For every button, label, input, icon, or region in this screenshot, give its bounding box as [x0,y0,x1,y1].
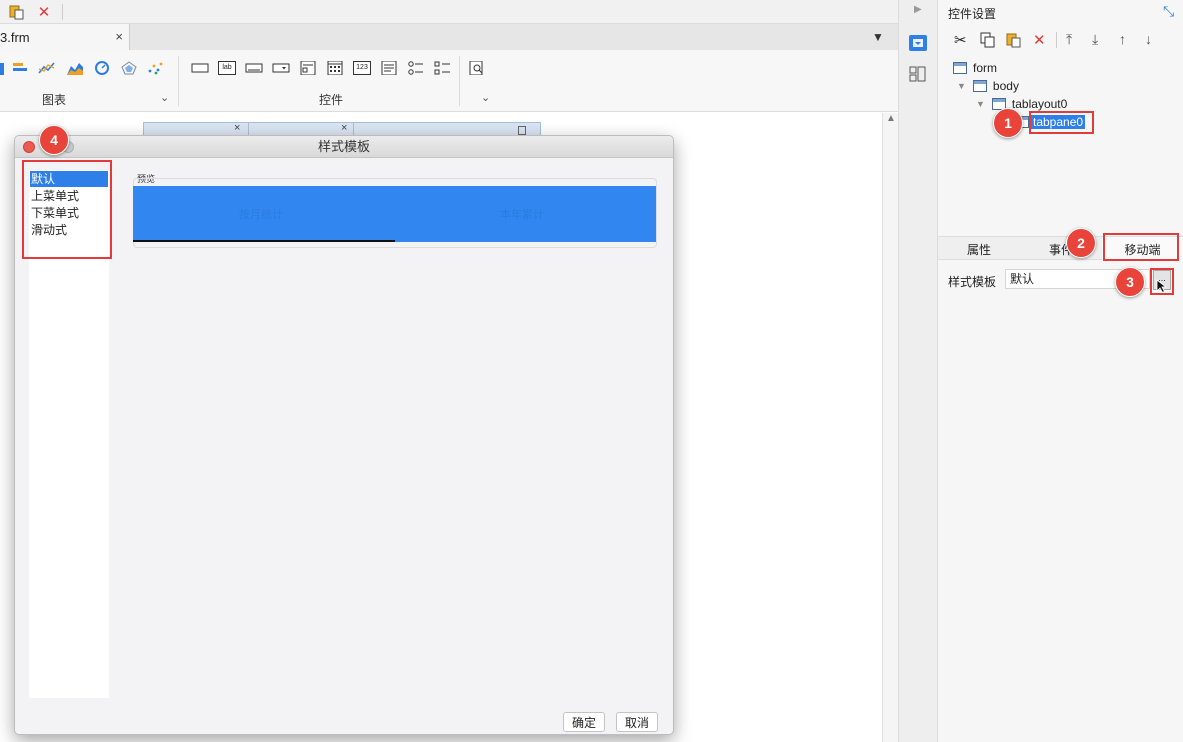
label-widget-icon-text: lab [222,64,232,71]
pin-icon[interactable]: ▼ [872,30,884,44]
preview-tab-label: 按月统计 [239,209,283,221]
cut-icon[interactable]: ✂ [954,31,967,49]
scroll-up-icon[interactable]: ▲ [886,113,896,124]
radio-group-widget-icon[interactable] [407,61,425,75]
preview-tab-bar: 按月统计 本年累计 [133,186,656,242]
body-node-icon [972,80,987,92]
bar-chart-icon[interactable] [12,61,30,75]
highlight-box-style-list [22,160,112,259]
cancel-button[interactable]: 取消 [616,712,658,732]
close-tab-icon[interactable]: × [115,29,123,44]
ribbon: lab 123 图表 ⌄ 控件 ⌄ [0,50,898,112]
ribbon-divider [178,56,179,106]
tree-node-body[interactable]: ▼ body [957,79,1019,93]
layout-icon[interactable] [909,66,927,82]
search-widget-icon[interactable] [468,61,486,75]
text-area-widget-icon[interactable] [380,61,398,75]
tab-attributes[interactable]: 属性 [938,237,1020,261]
scatter-chart-icon[interactable] [147,61,165,75]
highlight-box-tabpane [1029,111,1094,134]
radar-chart-icon[interactable] [120,61,138,75]
text-field-widget-icon[interactable] [245,61,263,75]
tree-node-label: body [992,79,1019,93]
paste-icon[interactable] [8,3,26,21]
collapse-icon[interactable]: ⤡ [1163,3,1174,20]
style-template-label: 样式模板 [948,275,997,289]
paste-icon[interactable] [1006,32,1022,48]
style-template-dialog: 样式模板 默认 上菜单式 下菜单式 滑动式 预览 按月统计 本年累计 确定 取消 [14,135,674,735]
badge-number: 1 [1004,115,1012,131]
tree-node-label: form [973,61,997,75]
close-icon[interactable]: ✕ [35,3,53,21]
side-rail: ▶ [898,0,938,742]
copy-icon[interactable] [980,32,996,48]
toolbar-divider [1056,32,1057,48]
line-chart-icon[interactable] [38,61,56,75]
annotation-badge: 4 [39,125,69,155]
move-bottom-icon[interactable]: ⤓ [1092,31,1098,48]
number-widget-icon[interactable]: 123 [353,61,371,75]
button-widget-icon[interactable] [191,61,209,75]
highlight-box-mobile-tab [1103,233,1179,261]
annotation-badge: 1 [993,108,1023,138]
style-template-value: 默认 [1010,272,1035,286]
tab-add-icon[interactable] [518,126,526,135]
file-tab-label: 3.frm [0,29,30,45]
expand-icon[interactable]: ▼ [957,81,966,91]
toolbar-divider [62,4,63,20]
window-close-icon[interactable] [23,141,35,153]
preview-active-underline [133,240,395,242]
dialog-titlebar[interactable]: 样式模板 [15,136,673,158]
annotation-badge: 3 [1115,267,1145,297]
tab-label: 属性 [966,242,991,257]
tab-close-icon[interactable]: × [341,122,347,134]
tree-node-label: tablayout0 [1011,97,1068,111]
highlight-box-ellipsis [1150,268,1174,295]
move-up-icon[interactable]: ↑ [1119,31,1126,47]
badge-number: 2 [1077,235,1085,251]
cancel-button-label: 取消 [624,715,649,730]
file-tab[interactable]: 3.frm × [0,24,130,50]
tree-node-form[interactable]: form [953,61,997,75]
expand-icon[interactable]: ▼ [976,99,985,109]
chart-group-label: 图表 [42,93,67,107]
delete-icon[interactable]: ✕ [1033,31,1046,49]
combo-box-widget-icon[interactable] [272,61,290,75]
widget-group-label: 控件 [319,93,344,107]
number-widget-icon-text: 123 [356,64,368,71]
area-chart-icon[interactable] [66,61,84,75]
move-top-icon[interactable]: ⤒ [1066,31,1072,48]
tree-node-tablayout[interactable]: ▼ tablayout0 [976,97,1067,111]
form-node-icon [953,62,967,74]
dialog-title: 样式模板 [317,139,370,154]
move-down-icon[interactable]: ↓ [1145,31,1152,47]
canvas-scrollbar[interactable]: ▲ [882,113,898,742]
chevron-down-icon[interactable]: ⌄ [160,91,169,104]
label-widget-icon[interactable]: lab [218,61,236,75]
chevron-down-icon[interactable]: ⌄ [481,91,490,104]
date-widget-icon[interactable] [326,61,344,75]
panel-title: 控件设置 [948,7,997,21]
top-toolbar: ✕ [0,0,898,24]
ok-button[interactable]: 确定 [563,712,605,732]
ribbon-divider [459,56,460,106]
expand-arrow-icon[interactable]: ▶ [914,4,922,15]
form-widget-icon[interactable] [299,61,317,75]
annotation-badge: 2 [1066,228,1096,258]
checkbox-group-widget-icon[interactable] [434,61,452,75]
file-tab-strip [0,24,898,50]
gauge-chart-icon[interactable] [93,61,111,75]
widget-settings-icon[interactable] [909,35,927,51]
badge-number: 3 [1126,274,1134,290]
badge-number: 4 [50,132,58,148]
preview-tab-label: 本年累计 [500,209,544,221]
tab-close-icon[interactable]: × [234,122,240,134]
ok-button-label: 确定 [571,715,596,730]
